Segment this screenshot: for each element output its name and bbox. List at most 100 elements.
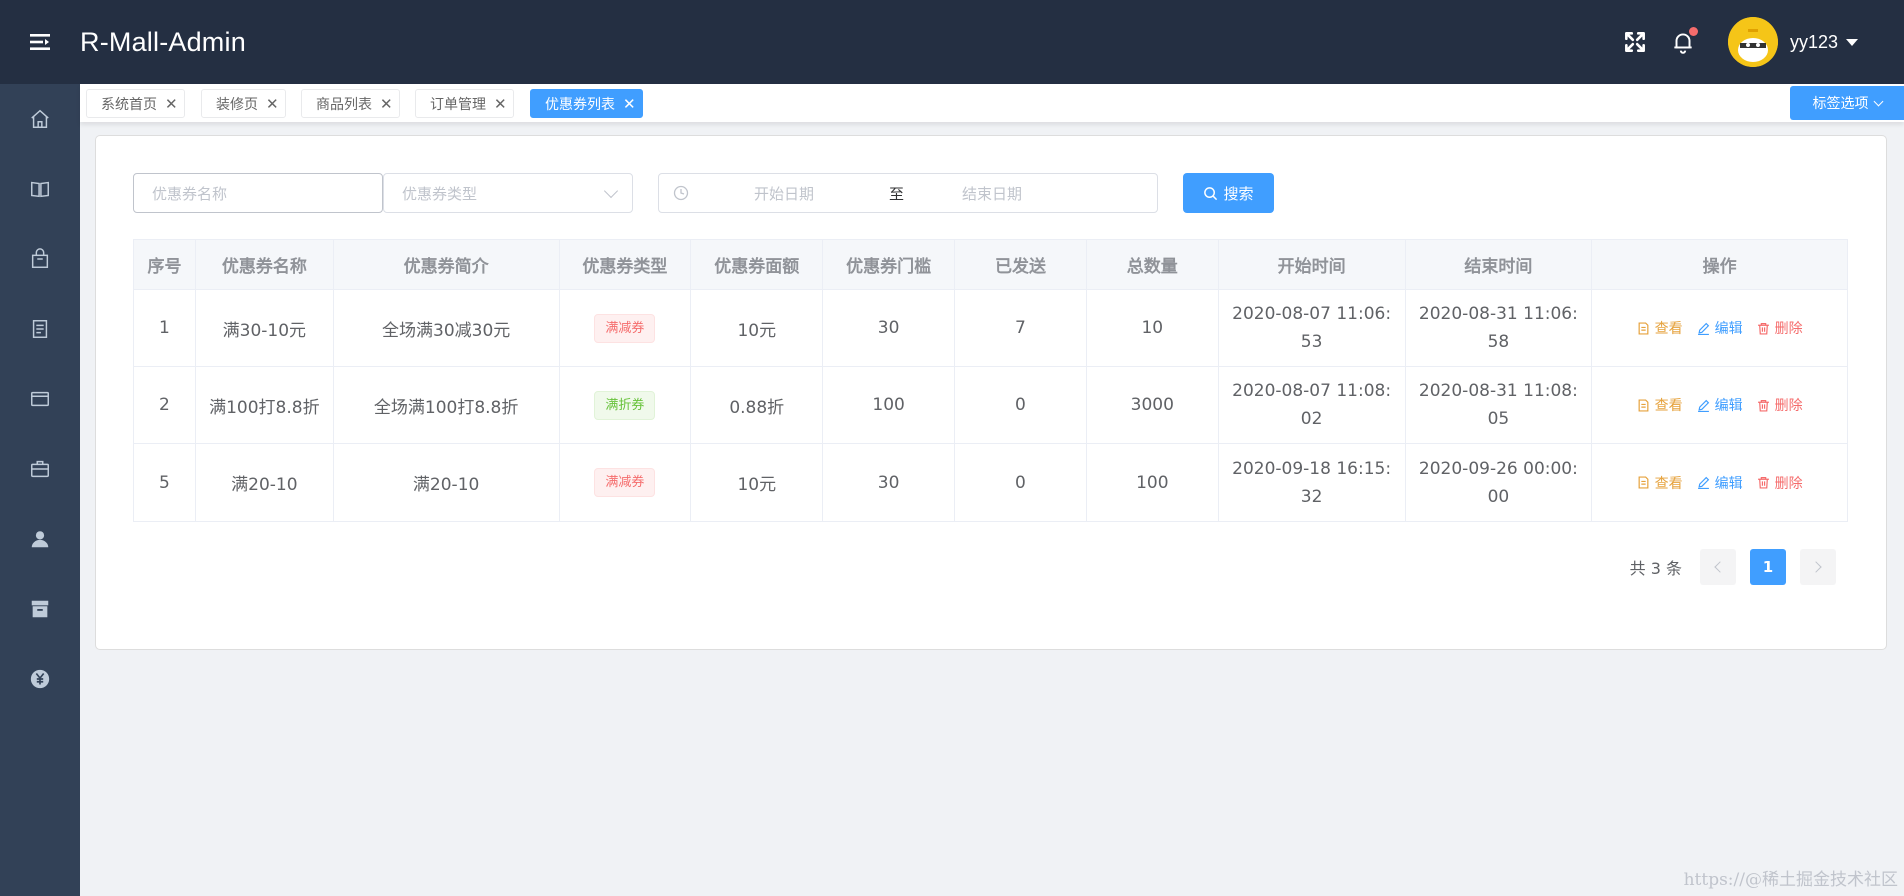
delete-button[interactable]: 删除 xyxy=(1757,473,1803,493)
edit-label: 编辑 xyxy=(1714,321,1743,337)
close-icon[interactable]: ✕ xyxy=(266,95,279,113)
tab-product-list[interactable]: 商品列表 ✕ xyxy=(301,89,400,118)
coupon-table: 序号 优惠券名称 优惠券简介 优惠券类型 优惠券面额 优惠券门槛 已发送 总数量… xyxy=(133,239,1848,522)
cell-actions: 查看 编辑 删除 xyxy=(1592,367,1847,443)
book-icon xyxy=(31,181,49,198)
home-icon xyxy=(31,109,49,128)
view-button[interactable]: 查看 xyxy=(1637,473,1683,493)
tab-order-management[interactable]: 订单管理 ✕ xyxy=(415,89,514,118)
cell-amount: 0.88折 xyxy=(691,367,824,443)
user-icon xyxy=(31,531,49,548)
sidebar-item-archive[interactable] xyxy=(0,574,80,644)
edit-icon xyxy=(1697,322,1709,335)
column-header: 优惠券类型 xyxy=(560,240,692,289)
archive-icon xyxy=(31,600,49,618)
menu-icon[interactable] xyxy=(0,0,80,84)
column-header: 操作 xyxy=(1702,257,1737,277)
type-badge: 满折券 xyxy=(594,390,656,420)
cell-sent: 0 xyxy=(955,367,1087,443)
coupon-type-select[interactable]: 优惠券类型 xyxy=(383,173,633,213)
tag-options-label: 标签选项 xyxy=(1812,96,1869,112)
next-page-button[interactable] xyxy=(1800,549,1836,585)
tab-coupon-list[interactable]: 优惠券列表 ✕ xyxy=(530,89,643,118)
cell-type: 满折券 xyxy=(560,367,692,443)
sidebar-item-briefcase[interactable] xyxy=(0,434,80,504)
end-date-input[interactable]: 结束日期 xyxy=(962,183,1022,204)
cell-actions: 查看 编辑 删除 xyxy=(1592,290,1847,366)
column-header: 优惠券门槛 xyxy=(823,240,956,289)
sidebar-item-user[interactable] xyxy=(0,504,80,574)
close-icon[interactable]: ✕ xyxy=(165,95,178,113)
table-row: 1 满30-10元 全场满30减30元 满减券 10元 30 7 10 2020… xyxy=(134,290,1847,367)
delete-button[interactable]: 删除 xyxy=(1757,318,1803,338)
cell-total: 10 xyxy=(1087,290,1219,366)
cell-start-time: 2020-09-18 16:15:32 xyxy=(1219,444,1406,521)
app-title: R-Mall-Admin xyxy=(80,26,246,57)
tab-home[interactable]: 系统首页 ✕ xyxy=(86,89,185,118)
content-card: 优惠券名称 优惠券类型 开始日期 至 结束日期 搜索 序号 优惠券名称 优惠券简… xyxy=(95,135,1887,650)
view-button[interactable]: 查看 xyxy=(1637,318,1683,338)
document-icon xyxy=(1638,476,1649,489)
search-icon xyxy=(1204,186,1218,200)
cell-name: 满20-10 xyxy=(196,444,334,521)
cell-intro: 满20-10 xyxy=(334,444,560,521)
end-time: 2020-08-31 11:08:05 xyxy=(1418,381,1578,429)
bell-icon[interactable] xyxy=(1660,19,1706,65)
cell-type: 满减券 xyxy=(560,444,692,521)
end-time: 2020-09-26 00:00:00 xyxy=(1418,458,1578,507)
close-icon[interactable]: ✕ xyxy=(494,95,507,113)
page-button-current[interactable]: 1 xyxy=(1750,549,1786,585)
sidebar-item-document[interactable] xyxy=(0,294,80,364)
sidebar-item-home[interactable] xyxy=(0,84,80,154)
edit-button[interactable]: 编辑 xyxy=(1697,473,1743,493)
column-header: 序号 xyxy=(134,240,196,289)
card-icon xyxy=(31,391,49,407)
tag-options-button[interactable]: 标签选项 xyxy=(1790,86,1904,120)
tab-label: 订单管理 xyxy=(430,96,486,113)
range-separator: 至 xyxy=(889,184,905,203)
column-header: 结束时间 xyxy=(1406,240,1593,289)
delete-label: 删除 xyxy=(1774,321,1803,337)
coupon-name-input[interactable]: 优惠券名称 xyxy=(133,173,383,213)
sidebar-item-bag[interactable] xyxy=(0,224,80,294)
search-button[interactable]: 搜索 xyxy=(1183,173,1274,213)
start-time: 2020-08-07 11:08:02 xyxy=(1232,381,1392,429)
cell-threshold: 30 xyxy=(823,444,956,521)
close-icon[interactable]: ✕ xyxy=(380,95,393,113)
bag-icon xyxy=(31,248,49,268)
delete-button[interactable]: 删除 xyxy=(1757,395,1803,415)
cell-intro: 全场满30减30元 xyxy=(334,290,560,366)
chevron-down-icon xyxy=(603,183,619,199)
start-time: 2020-08-07 11:06:53 xyxy=(1232,304,1392,352)
avatar[interactable] xyxy=(1727,17,1778,67)
chevron-left-icon xyxy=(1714,561,1726,573)
sidebar-item-finance[interactable] xyxy=(0,644,80,714)
view-label: 查看 xyxy=(1654,321,1683,337)
view-button[interactable]: 查看 xyxy=(1637,395,1683,415)
edit-button[interactable]: 编辑 xyxy=(1697,318,1743,338)
prev-page-button[interactable] xyxy=(1700,549,1736,585)
cell-name: 满30-10元 xyxy=(196,290,334,366)
sidebar-item-card[interactable] xyxy=(0,364,80,434)
delete-label: 删除 xyxy=(1774,398,1803,414)
cell-name: 满100打8.8折 xyxy=(196,367,334,443)
total-count: 共 3 条 xyxy=(1629,559,1682,578)
watermark: https://@稀土掘金技术社区 xyxy=(1683,870,1898,890)
cell-end-time: 2020-09-26 00:00:00 xyxy=(1406,444,1593,521)
start-date-input[interactable]: 开始日期 xyxy=(754,183,814,204)
fullscreen-icon[interactable] xyxy=(1612,19,1658,65)
top-header: R-Mall-Admin yy123 xyxy=(0,0,1904,84)
view-label: 查看 xyxy=(1654,398,1683,414)
user-menu[interactable]: yy123 xyxy=(1790,32,1858,53)
chevron-down-icon xyxy=(1873,96,1883,106)
edit-button[interactable]: 编辑 xyxy=(1697,395,1743,415)
tags-bar: 系统首页 ✕ 装修页 ✕ 商品列表 ✕ 订单管理 ✕ 优惠券列表 ✕ 标签选项 xyxy=(80,84,1904,122)
cell-id: 2 xyxy=(134,367,196,443)
tab-decoration[interactable]: 装修页 ✕ xyxy=(201,89,286,118)
sidebar-item-book[interactable] xyxy=(0,154,80,224)
delete-label: 删除 xyxy=(1774,475,1803,492)
caret-down-icon xyxy=(1846,38,1858,46)
date-range-picker[interactable]: 开始日期 至 结束日期 xyxy=(658,173,1158,213)
chevron-right-icon xyxy=(1810,561,1822,573)
close-icon[interactable]: ✕ xyxy=(623,95,636,113)
